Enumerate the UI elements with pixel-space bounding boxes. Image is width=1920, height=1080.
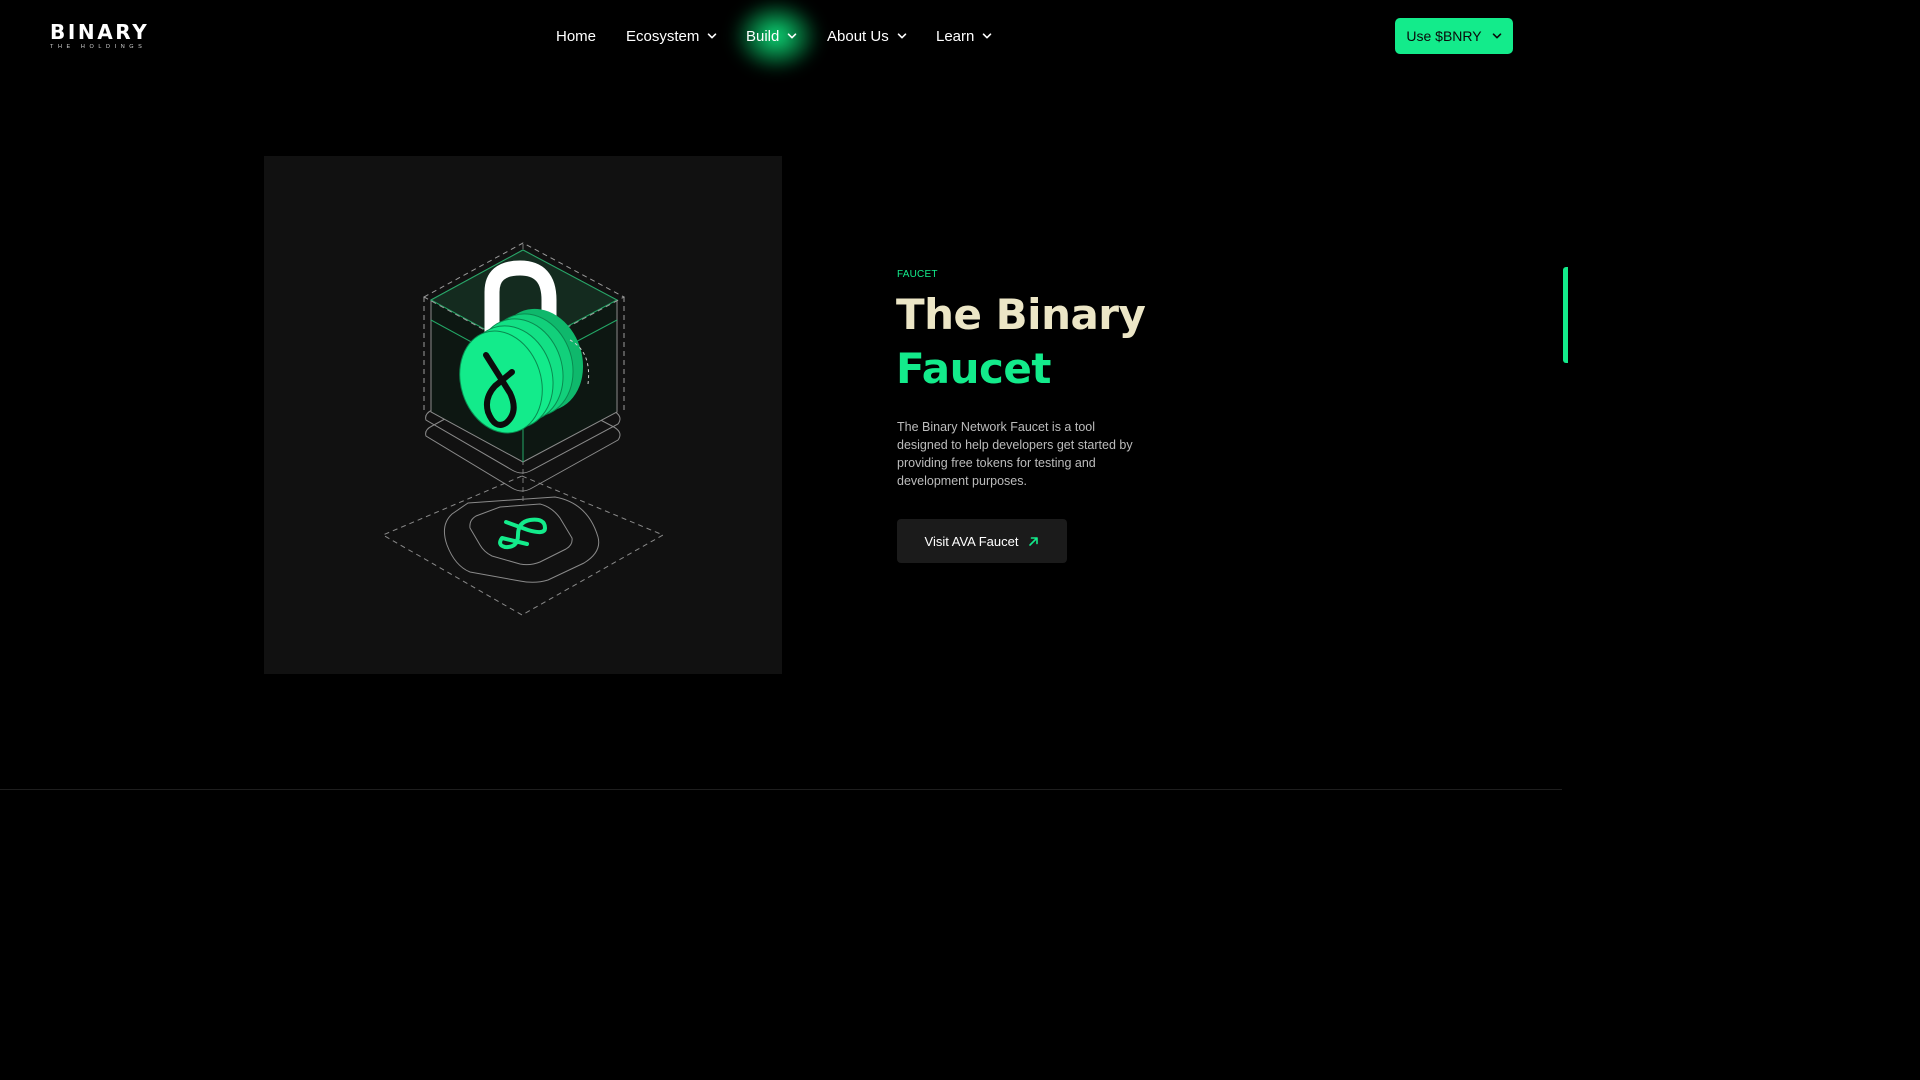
chevron-down-icon [708, 33, 717, 39]
nav-item-label: About Us [827, 27, 889, 45]
use-bnry-button[interactable]: Use $BNRY [1395, 18, 1513, 54]
section-divider [0, 789, 1562, 790]
visit-ava-faucet-label: Visit AVA Faucet [924, 533, 1019, 549]
nav-item-label: Ecosystem [626, 27, 700, 45]
arrow-up-right-icon [1029, 536, 1039, 546]
main-nav: Home Ecosystem Build About Us Learn [0, 0, 1568, 74]
hero-illustration-panel [264, 156, 782, 674]
unlocked-padlock-on-cube-icon [381, 242, 665, 616]
section-eyebrow: FAUCET [897, 269, 938, 280]
visit-ava-faucet-button[interactable]: Visit AVA Faucet [897, 519, 1067, 563]
nav-item-label: Build [746, 27, 780, 45]
nav-item-about-us[interactable]: About Us [827, 24, 907, 48]
hero-description: The Binary Network Faucet is a tool desi… [897, 420, 1133, 488]
title-line-1: The Binary [896, 290, 1146, 339]
nav-item-learn[interactable]: Learn [936, 24, 992, 48]
chevron-down-icon [983, 33, 992, 39]
page-title: The Binary Faucet [896, 288, 1216, 396]
scroll-indicator[interactable] [1563, 267, 1568, 363]
nav-item-home[interactable]: Home [556, 24, 596, 48]
chevron-down-icon [788, 33, 797, 39]
nav-item-label: Learn [936, 27, 975, 45]
nav-item-build[interactable]: Build [746, 24, 797, 48]
page: BINARY THE HOLDINGS Home Ecosystem Build… [0, 0, 1568, 882]
chevron-down-icon [897, 33, 907, 39]
nav-item-label: Home [556, 27, 597, 45]
chevron-down-icon [1492, 33, 1501, 39]
use-bnry-label: Use $BNRY [1406, 28, 1482, 44]
nav-item-ecosystem[interactable]: Ecosystem [626, 24, 717, 48]
title-line-2: Faucet [896, 344, 1051, 393]
